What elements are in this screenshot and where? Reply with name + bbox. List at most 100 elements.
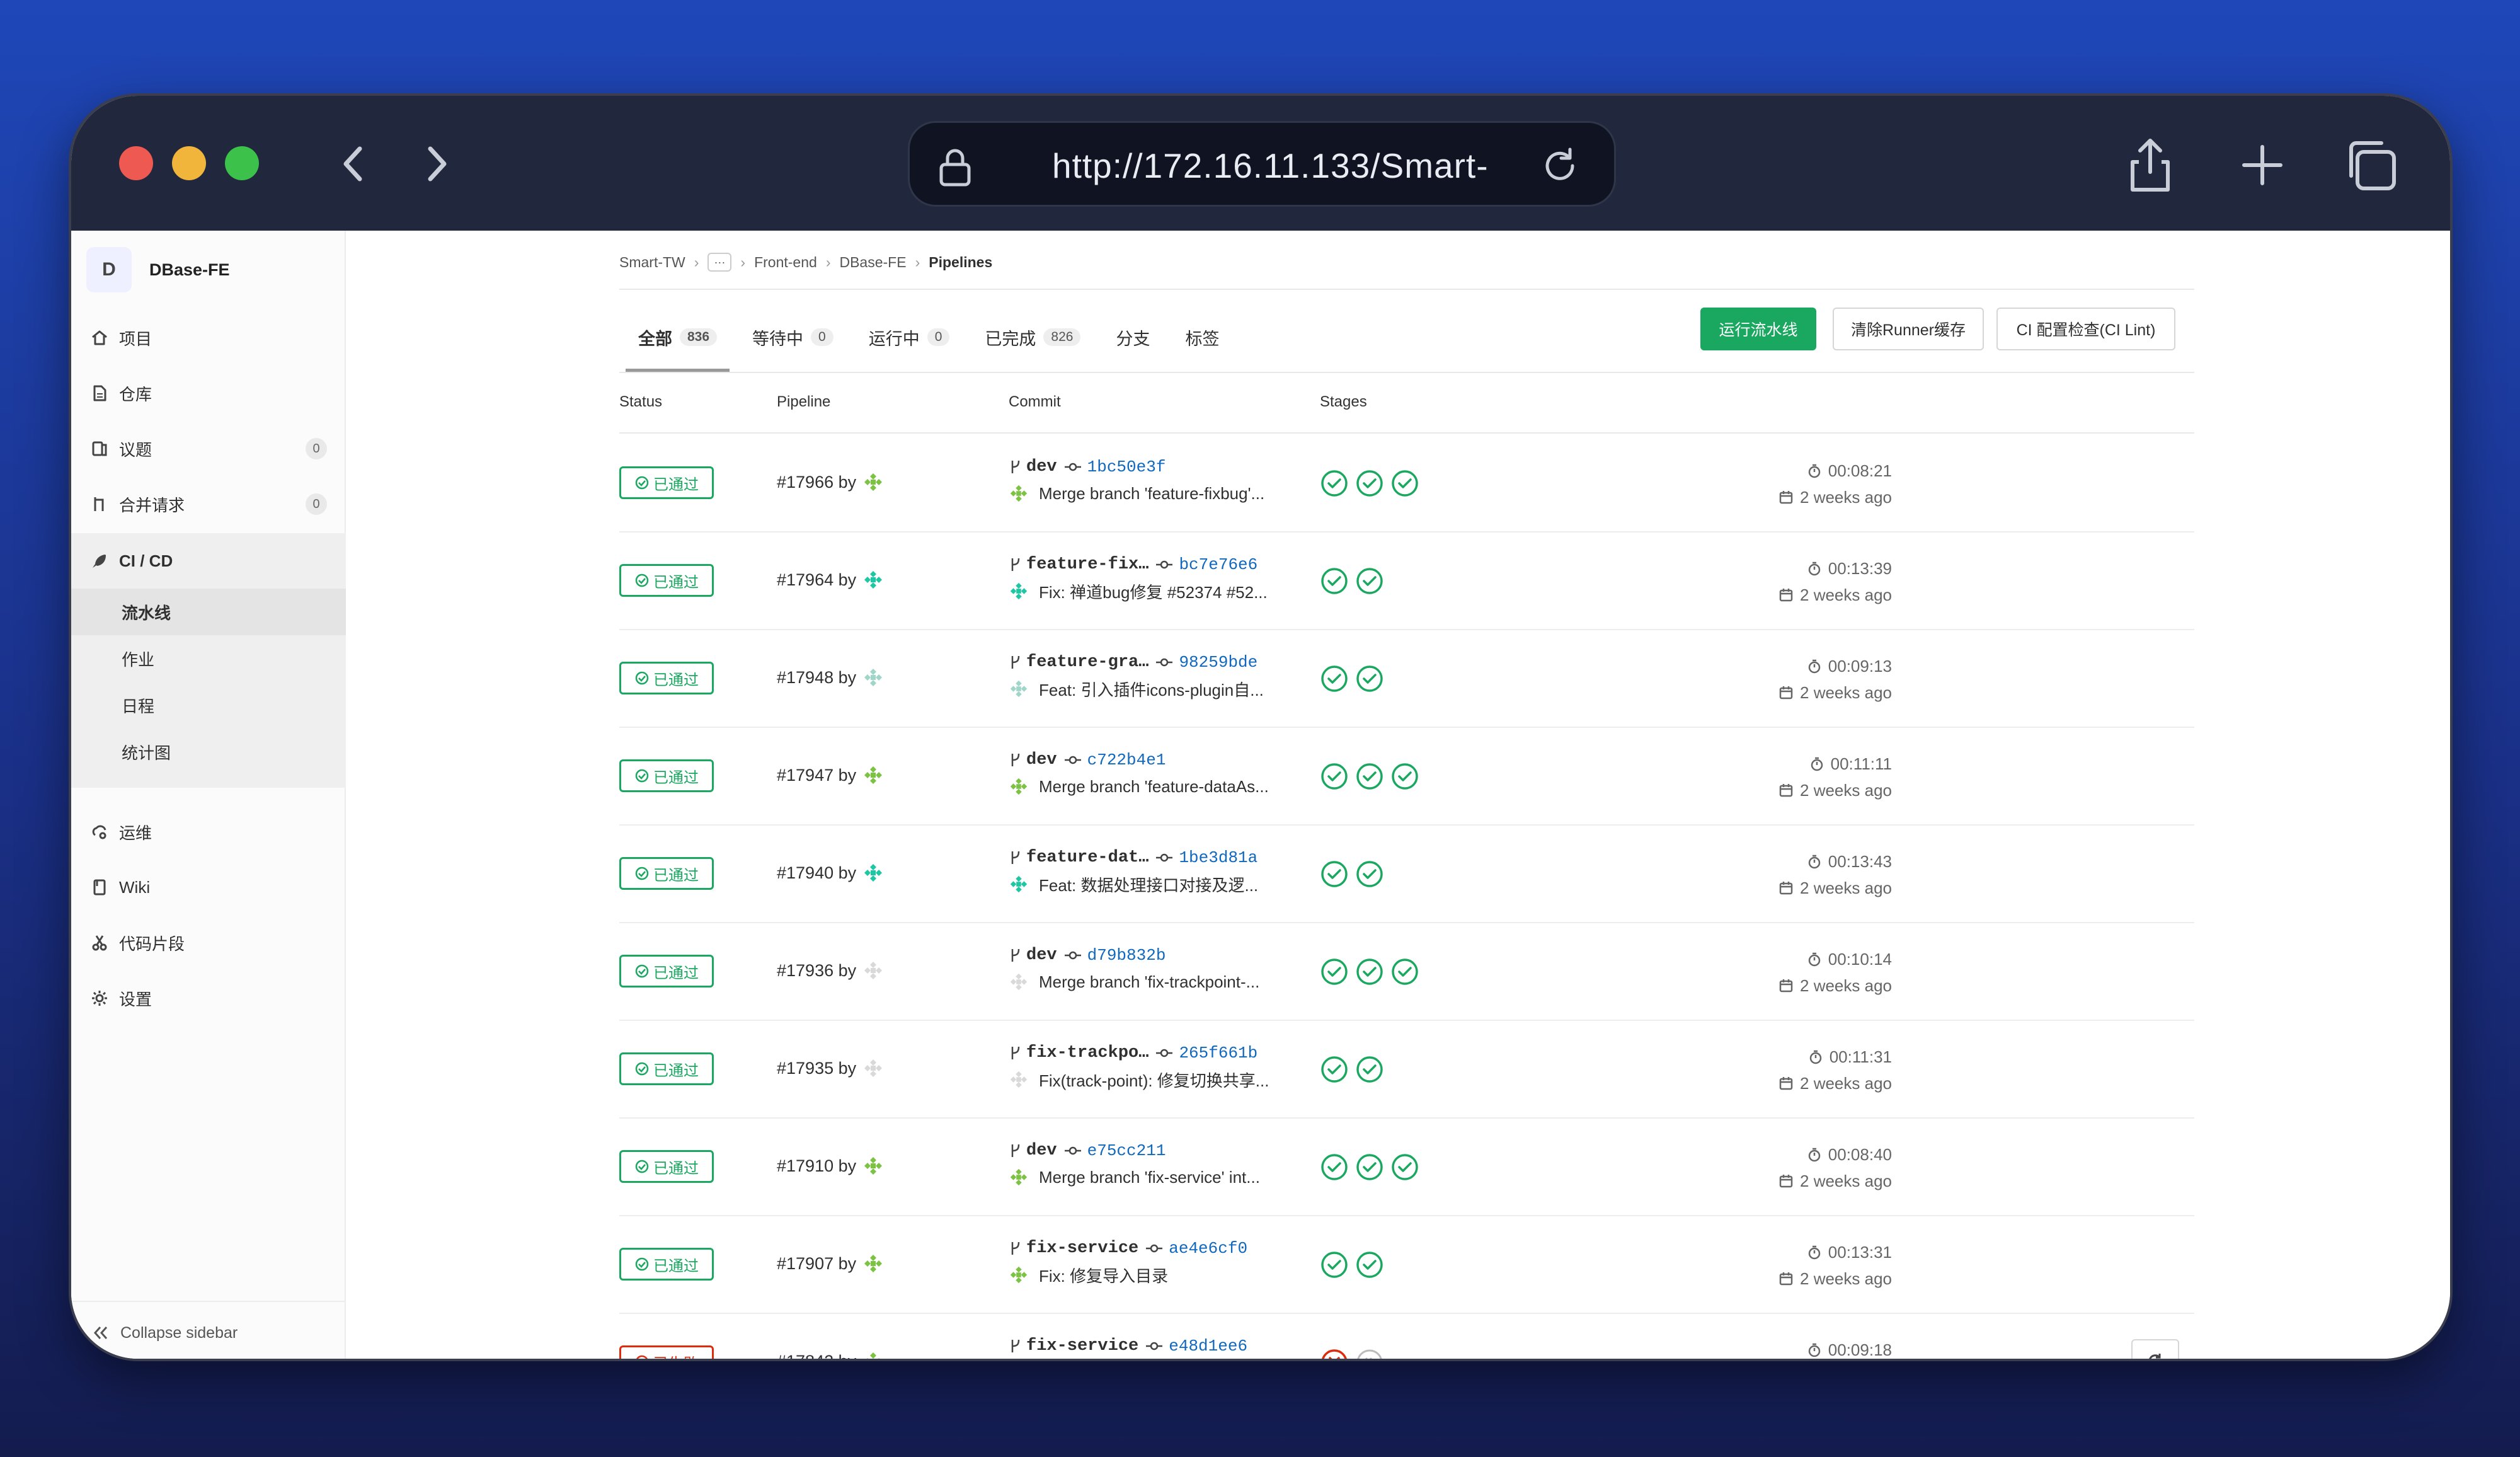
user-avatar-icon[interactable] bbox=[1009, 874, 1029, 894]
pipeline-link[interactable]: #17947 by bbox=[777, 766, 856, 785]
sidebar-item-repository[interactable]: 仓库 bbox=[71, 366, 346, 421]
commit-message[interactable]: Fix(track-point): 修复切换共享... bbox=[1039, 1068, 1269, 1091]
pipeline-link[interactable]: #17907 by bbox=[777, 1254, 856, 1274]
stage-passed-icon[interactable] bbox=[1355, 1153, 1384, 1182]
address-bar[interactable]: http://172.16.11.133/Smart- bbox=[908, 121, 1616, 207]
sidebar-item-snippets[interactable]: 代码片段 bbox=[71, 915, 346, 970]
tabs-overview-icon[interactable] bbox=[2339, 134, 2402, 197]
minimize-window-button[interactable] bbox=[172, 146, 206, 180]
commit-sha[interactable]: c722b4e1 bbox=[1087, 751, 1166, 769]
branch-name[interactable]: feature-gra… bbox=[1026, 653, 1148, 672]
status-badge[interactable]: 已通过 bbox=[619, 564, 714, 597]
stage-passed-icon[interactable] bbox=[1320, 567, 1349, 596]
status-badge[interactable]: 已失败 bbox=[619, 1345, 714, 1359]
stage-passed-icon[interactable] bbox=[1355, 957, 1384, 986]
status-badge[interactable]: 已通过 bbox=[619, 1150, 714, 1183]
tab-tags[interactable]: 标签 bbox=[1185, 302, 1219, 372]
user-avatar-icon[interactable] bbox=[1009, 1265, 1029, 1285]
stage-passed-icon[interactable] bbox=[1355, 860, 1384, 889]
sidebar-subitem-charts[interactable]: 统计图 bbox=[71, 728, 346, 775]
stage-passed-icon[interactable] bbox=[1390, 1153, 1419, 1182]
tab-finished[interactable]: 已完成 826 bbox=[985, 302, 1081, 372]
branch-name[interactable]: dev bbox=[1026, 751, 1057, 769]
commit-message[interactable]: Merge branch 'fix-service' int... bbox=[1039, 1168, 1260, 1187]
user-avatar-icon[interactable] bbox=[862, 569, 884, 590]
stage-passed-icon[interactable] bbox=[1355, 1055, 1384, 1084]
breadcrumb-item[interactable]: DBase-FE bbox=[839, 254, 906, 271]
breadcrumb-more-button[interactable]: ··· bbox=[707, 253, 732, 272]
stage-passed-icon[interactable] bbox=[1320, 664, 1349, 693]
retry-pipeline-button[interactable] bbox=[2131, 1339, 2179, 1359]
sidebar-subitem-jobs[interactable]: 作业 bbox=[71, 635, 346, 682]
stage-passed-icon[interactable] bbox=[1390, 762, 1419, 791]
sidebar-item-wiki[interactable]: Wiki bbox=[71, 860, 346, 915]
sidebar-subitem-pipelines[interactable]: 流水线 bbox=[71, 589, 346, 635]
tab-pending[interactable]: 等待中 0 bbox=[752, 302, 833, 372]
commit-sha[interactable]: e48d1ee6 bbox=[1169, 1337, 1247, 1356]
stage-passed-icon[interactable] bbox=[1355, 1250, 1384, 1279]
stage-passed-icon[interactable] bbox=[1390, 957, 1419, 986]
commit-message[interactable]: Fix: 修复导入目录 bbox=[1039, 1264, 1168, 1287]
pipeline-link[interactable]: #17936 by bbox=[777, 961, 856, 981]
stage-passed-icon[interactable] bbox=[1355, 567, 1384, 596]
stage-passed-icon[interactable] bbox=[1320, 1055, 1349, 1084]
new-tab-icon[interactable] bbox=[2231, 134, 2294, 197]
commit-message[interactable]: Feat: 数据处理接口对接及逻... bbox=[1039, 873, 1258, 896]
sidebar-item-project[interactable]: 项目 bbox=[71, 310, 346, 366]
branch-name[interactable]: dev bbox=[1026, 946, 1057, 965]
collapse-sidebar-button[interactable]: Collapse sidebar bbox=[71, 1301, 346, 1359]
sidebar-item-operations[interactable]: 运维 bbox=[71, 804, 346, 860]
user-avatar-icon[interactable] bbox=[862, 667, 884, 688]
status-badge[interactable]: 已通过 bbox=[619, 662, 714, 694]
commit-message[interactable]: Fix: 禅道bug修复 #52374 #52... bbox=[1039, 580, 1268, 603]
user-avatar-icon[interactable] bbox=[862, 1057, 884, 1079]
sidebar-item-merge-requests[interactable]: 合并请求 0 bbox=[71, 476, 346, 532]
branch-name[interactable]: fix-service bbox=[1026, 1337, 1138, 1356]
sidebar-item-issues[interactable]: 议题 0 bbox=[71, 421, 346, 476]
user-avatar-icon[interactable] bbox=[862, 471, 884, 493]
user-avatar-icon[interactable] bbox=[1009, 483, 1029, 504]
ci-lint-button[interactable]: CI 配置检查(CI Lint) bbox=[1996, 308, 2175, 350]
stage-passed-icon[interactable] bbox=[1355, 469, 1384, 498]
user-avatar-icon[interactable] bbox=[862, 1253, 884, 1274]
status-badge[interactable]: 已通过 bbox=[619, 1248, 714, 1281]
clear-runner-cache-button[interactable]: 清除Runner缓存 bbox=[1833, 308, 1984, 350]
tab-all[interactable]: 全部 836 bbox=[625, 302, 730, 372]
zoom-window-button[interactable] bbox=[225, 146, 259, 180]
reload-icon[interactable] bbox=[1540, 146, 1580, 186]
branch-name[interactable]: feature-fix… bbox=[1026, 555, 1148, 574]
commit-sha[interactable]: bc7e76e6 bbox=[1179, 555, 1257, 574]
sidebar-item-settings[interactable]: 设置 bbox=[71, 970, 346, 1026]
user-avatar-icon[interactable] bbox=[862, 862, 884, 884]
pipeline-link[interactable]: #17940 by bbox=[777, 863, 856, 883]
pipeline-link[interactable]: #17842 by bbox=[777, 1352, 856, 1359]
status-badge[interactable]: 已通过 bbox=[619, 466, 714, 499]
commit-message[interactable]: Merge branch 'feature-dataAs... bbox=[1039, 777, 1269, 797]
breadcrumb-item[interactable]: Smart-TW bbox=[619, 254, 685, 271]
user-avatar-icon[interactable] bbox=[1009, 776, 1029, 797]
stage-passed-icon[interactable] bbox=[1320, 1153, 1349, 1182]
tab-branches[interactable]: 分支 bbox=[1116, 302, 1150, 372]
breadcrumb-item[interactable]: Front-end bbox=[754, 254, 817, 271]
status-badge[interactable]: 已通过 bbox=[619, 759, 714, 792]
stage-passed-icon[interactable] bbox=[1355, 762, 1384, 791]
stage-passed-icon[interactable] bbox=[1320, 1250, 1349, 1279]
commit-sha[interactable]: 1bc50e3f bbox=[1087, 458, 1166, 476]
forward-icon[interactable] bbox=[411, 139, 462, 189]
user-avatar-icon[interactable] bbox=[1009, 1069, 1029, 1090]
commit-message[interactable]: Merge branch 'fix-trackpoint-... bbox=[1039, 972, 1259, 992]
user-avatar-icon[interactable] bbox=[862, 1155, 884, 1177]
commit-sha[interactable]: 265f661b bbox=[1179, 1044, 1257, 1063]
user-avatar-icon[interactable] bbox=[1009, 972, 1029, 992]
back-icon[interactable] bbox=[328, 139, 379, 189]
pipeline-link[interactable]: #17910 by bbox=[777, 1156, 856, 1176]
user-avatar-icon[interactable] bbox=[862, 1350, 884, 1361]
commit-sha[interactable]: 98259bde bbox=[1179, 653, 1257, 672]
stage-passed-icon[interactable] bbox=[1320, 762, 1349, 791]
commit-sha[interactable]: 1be3d81a bbox=[1179, 848, 1257, 867]
commit-sha[interactable]: e75cc211 bbox=[1087, 1141, 1166, 1160]
branch-name[interactable]: feature-dat… bbox=[1026, 848, 1148, 867]
branch-name[interactable]: fix-trackpo… bbox=[1026, 1044, 1148, 1063]
user-avatar-icon[interactable] bbox=[862, 960, 884, 981]
status-badge[interactable]: 已通过 bbox=[619, 955, 714, 988]
